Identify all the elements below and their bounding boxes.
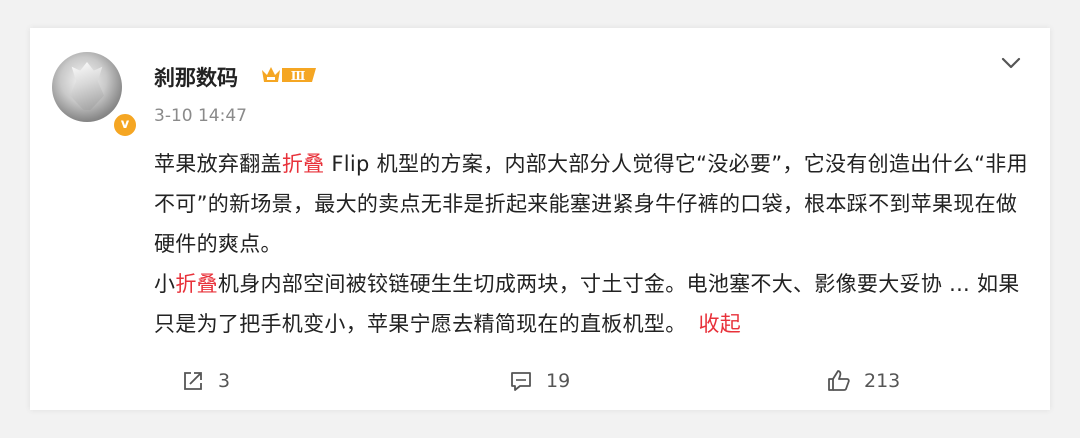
avatar-robot-image [70, 62, 104, 110]
share-button[interactable]: 3 [180, 366, 230, 396]
like-button[interactable]: 213 [826, 366, 900, 396]
post-content: 苹果放弃翻盖折叠 Flip 机型的方案，内部大部分人觉得它“没必要”，它没有创造… [154, 144, 1034, 344]
comment-count: 19 [546, 370, 571, 392]
collapse-link[interactable]: 收起 [699, 312, 742, 336]
thumbs-up-icon [828, 370, 850, 391]
comment-button[interactable]: 19 [508, 366, 570, 396]
avatar[interactable] [52, 52, 122, 122]
content-text: 小 [154, 272, 176, 296]
author-name[interactable]: 刹那数码 [154, 62, 238, 92]
rank-badge-label: Ⅲ [291, 69, 306, 83]
hashtag-link-folding[interactable]: 折叠 [282, 152, 325, 176]
share-count: 3 [218, 370, 231, 392]
hashtag-link-folding[interactable]: 折叠 [175, 272, 218, 296]
content-text: 苹果放弃翻盖 [154, 152, 282, 176]
content-text: 机身内部空间被铰链硬生生切成两块，寸土寸金。电池塞不大、影像要大妥协 ... 如… [154, 272, 1020, 336]
chevron-down-icon[interactable] [1000, 54, 1022, 72]
verified-badge-icon: v [112, 112, 138, 138]
comment-icon [511, 372, 531, 391]
post-time: 3-10 14:47 [154, 106, 247, 126]
weibo-post-card: v 刹那数码 Ⅲ 3-10 14:47 苹果放弃翻盖折叠 Flip 机型的方案，… [30, 28, 1050, 410]
crown-rank-badge-icon[interactable]: Ⅲ [260, 64, 320, 86]
action-bar: 3 19 213 [30, 366, 1050, 396]
like-count: 213 [864, 370, 901, 392]
content-paragraph-1: 苹果放弃翻盖折叠 Flip 机型的方案，内部大部分人觉得它“没必要”，它没有创造… [154, 152, 1028, 256]
share-icon [184, 372, 202, 390]
content-paragraph-2: 小折叠机身内部空间被铰链硬生生切成两块，寸土寸金。电池塞不大、影像要大妥协 ..… [154, 272, 1020, 336]
